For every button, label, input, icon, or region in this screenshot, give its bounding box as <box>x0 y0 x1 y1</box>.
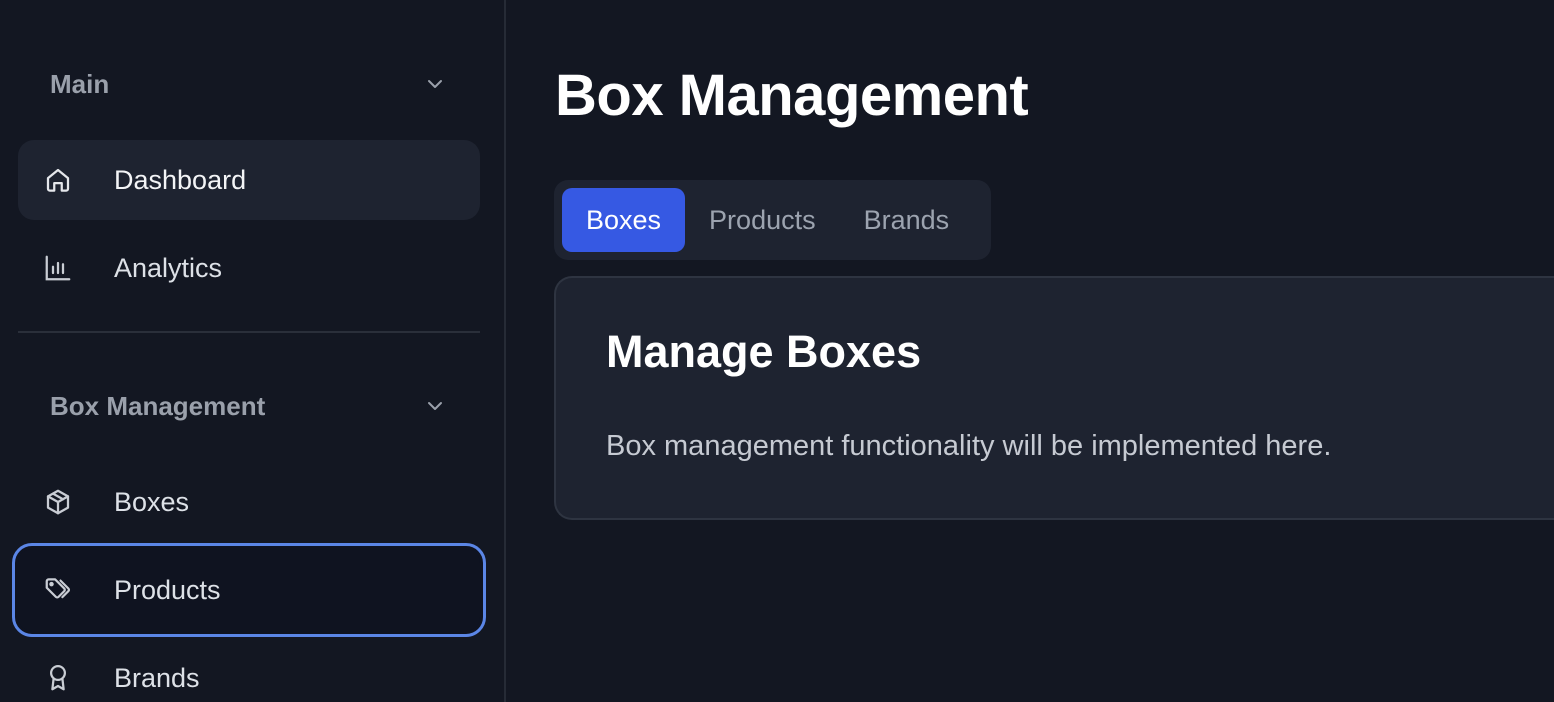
sidebar-item-brands[interactable]: Brands <box>18 638 480 702</box>
sidebar-item-analytics[interactable]: Analytics <box>18 228 480 308</box>
main-content: Box Management Boxes Products Brands Man… <box>508 0 1554 702</box>
sidebar-item-dashboard[interactable]: Dashboard <box>18 140 480 220</box>
content-card: Manage Boxes Box management functionalit… <box>554 276 1554 520</box>
sidebar: Main Dashboard Analytics Box Management … <box>0 0 506 702</box>
section-title-box-management: Box Management <box>50 390 266 421</box>
sidebar-item-label: Brands <box>114 662 200 693</box>
page-title: Box Management <box>555 63 1029 128</box>
sidebar-item-label: Dashboard <box>114 164 247 195</box>
sidebar-divider <box>18 331 480 333</box>
box-icon <box>42 486 74 518</box>
section-header-box-management[interactable]: Box Management <box>18 382 480 430</box>
tab-brands[interactable]: Brands <box>840 188 974 252</box>
section-header-main[interactable]: Main <box>18 60 480 108</box>
sidebar-item-label: Analytics <box>114 252 223 283</box>
tab-list: Boxes Products Brands <box>554 180 991 260</box>
app-root: Main Dashboard Analytics Box Management … <box>0 0 1554 702</box>
award-icon <box>42 662 74 694</box>
section-title-main: Main <box>50 68 110 99</box>
sidebar-item-label: Products <box>114 574 221 605</box>
sidebar-item-label: Boxes <box>114 486 190 517</box>
chevron-down-icon <box>422 393 448 419</box>
card-description: Box management functionality will be imp… <box>606 430 1332 462</box>
sidebar-item-boxes[interactable]: Boxes <box>18 462 480 542</box>
sidebar-item-products[interactable]: Products <box>12 543 486 637</box>
tab-products[interactable]: Products <box>685 188 840 252</box>
chevron-down-icon <box>422 71 448 97</box>
tags-icon <box>42 574 74 606</box>
tab-boxes[interactable]: Boxes <box>562 188 686 252</box>
bar-chart-icon <box>42 252 74 284</box>
home-icon <box>42 164 74 196</box>
card-title: Manage Boxes <box>606 326 922 377</box>
